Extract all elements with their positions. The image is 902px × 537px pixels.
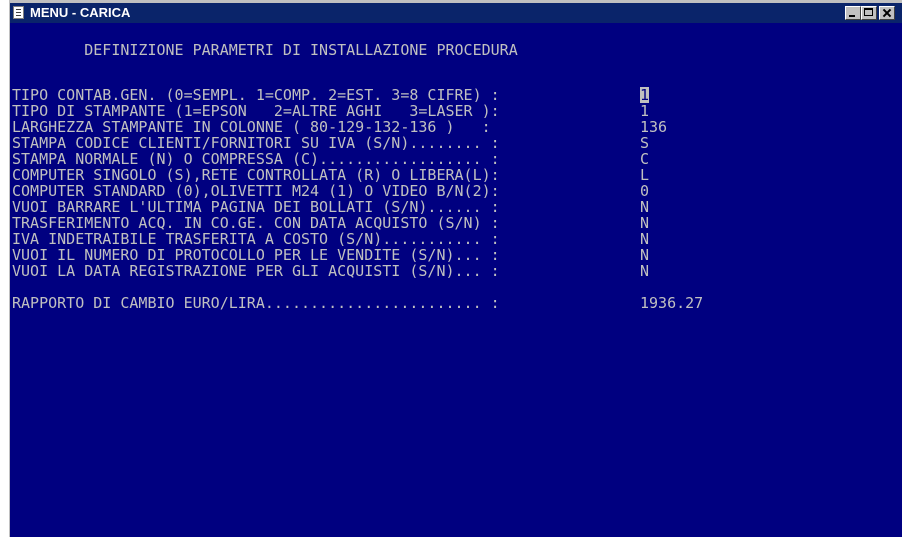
- param-label-stampa-normale: STAMPA NORMALE (N) O COMPRESSA (C)......…: [12, 150, 500, 168]
- param-label-computer-standard: COMPUTER STANDARD (0),OLIVETTI M24 (1) O…: [12, 182, 500, 200]
- console-window: MENU - CARICA DEFINIZIONE PARAMETRI DI I…: [8, 0, 902, 537]
- param-label-computer-singolo: COMPUTER SINGOLO (S),RETE CONTROLLATA (R…: [12, 166, 500, 184]
- param-value-stampa-normale[interactable]: C: [640, 151, 649, 167]
- param-value-computer-standard[interactable]: 0: [640, 183, 649, 199]
- param-label-trasferimento-acq: TRASFERIMENTO ACQ. IN CO.GE. CON DATA AC…: [12, 214, 500, 232]
- param-label-contab: TIPO CONTAB.GEN. (0=SEMPL. 1=COMP. 2=EST…: [12, 86, 500, 104]
- minimize-button[interactable]: [845, 6, 861, 20]
- param-value-stampante[interactable]: 1: [640, 103, 649, 119]
- close-button[interactable]: [879, 6, 895, 20]
- window-title: MENU - CARICA: [30, 5, 131, 20]
- maximize-button[interactable]: [861, 6, 877, 20]
- param-label-iva-indetraibile: IVA INDETRAIBILE TRASFERITA A COSTO (S/N…: [12, 230, 500, 248]
- param-label-codice-clienti: STAMPA CODICE CLIENTI/FORNITORI SU IVA (…: [12, 134, 500, 152]
- console-screen[interactable]: DEFINIZIONE PARAMETRI DI INSTALLAZIONE P…: [10, 23, 902, 537]
- param-value-larghezza[interactable]: 136: [640, 119, 667, 135]
- param-value-protocollo-vendite[interactable]: N: [640, 247, 649, 263]
- console-app-icon[interactable]: [13, 6, 24, 19]
- param-label-larghezza: LARGHEZZA STAMPANTE IN COLONNE ( 80-129-…: [12, 118, 491, 136]
- param-value-trasferimento-acq[interactable]: N: [640, 215, 649, 231]
- param-label-protocollo-vendite: VUOI IL NUMERO DI PROTOCOLLO PER LE VEND…: [12, 246, 500, 264]
- param-label-data-registrazione: VUOI LA DATA REGISTRAZIONE PER GLI ACQUI…: [12, 262, 500, 280]
- param-label-barrare-bollati: VUOI BARRARE L'ULTIMA PAGINA DEI BOLLATI…: [12, 198, 500, 216]
- param-value-computer-singolo[interactable]: L: [640, 167, 649, 183]
- param-value-codice-clienti[interactable]: S: [640, 135, 649, 151]
- exchange-rate-label: RAPPORTO DI CAMBIO EURO/LIRA............…: [12, 294, 500, 312]
- screen-heading: DEFINIZIONE PARAMETRI DI INSTALLAZIONE P…: [12, 41, 518, 59]
- param-value-iva-indetraibile[interactable]: N: [640, 231, 649, 247]
- param-value-barrare-bollati[interactable]: N: [640, 199, 649, 215]
- param-value-data-registrazione[interactable]: N: [640, 263, 649, 279]
- exchange-rate-value[interactable]: 1936.27: [640, 295, 703, 311]
- title-bar[interactable]: MENU - CARICA: [10, 3, 902, 23]
- param-label-stampante: TIPO DI STAMPANTE (1=EPSON 2=ALTRE AGHI …: [12, 102, 500, 120]
- param-value-contab[interactable]: 1: [640, 87, 650, 103]
